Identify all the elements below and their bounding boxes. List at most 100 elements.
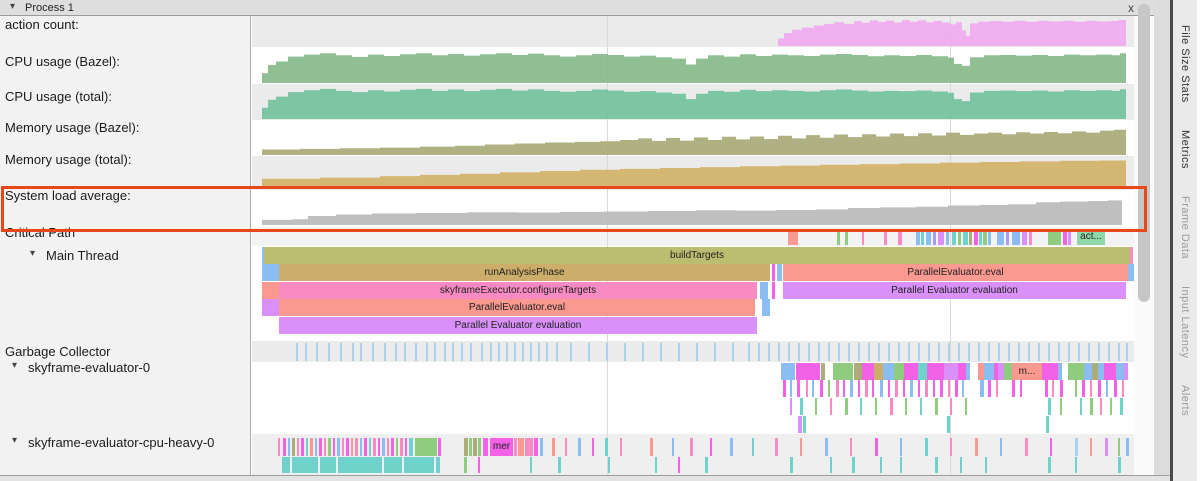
gc-event-54[interactable]	[908, 343, 910, 361]
cpu-heavy-span-r1-18[interactable]	[880, 457, 882, 473]
evaluator0-span-r2-18[interactable]	[1110, 398, 1112, 415]
critical-path-event-19[interactable]	[988, 229, 991, 245]
main-thread-span-r1-1[interactable]: runAnalysisPhase	[279, 264, 770, 281]
cpu-heavy-span-r0-36[interactable]	[483, 438, 488, 456]
evaluator0-span-r0-10[interactable]	[918, 363, 927, 380]
critical-path-event-26[interactable]	[1063, 229, 1067, 245]
cpu-heavy-span-r0-6[interactable]	[306, 438, 308, 456]
evaluator0-span-r0-7[interactable]	[883, 363, 894, 380]
cpu-heavy-span-r1-4[interactable]	[384, 457, 402, 473]
gc-event-55[interactable]	[918, 343, 920, 361]
evaluator0-span-r1-8[interactable]	[843, 380, 845, 397]
gc-event-25[interactable]	[538, 343, 540, 361]
critical-path-event-28[interactable]: act...	[1077, 229, 1105, 245]
gc-event-10[interactable]	[404, 343, 406, 361]
counter-chart-sys-load[interactable]	[252, 190, 1134, 226]
counter-chart-cpu-total[interactable]	[252, 84, 1134, 120]
evaluator0-span-r2-7[interactable]	[890, 398, 893, 415]
counter-chart-action-count[interactable]	[252, 16, 1134, 47]
cpu-heavy-span-r0-45[interactable]	[578, 438, 581, 456]
main-thread-span-r1-2[interactable]	[772, 264, 775, 281]
sidebar-tab-metrics[interactable]: Metrics	[1179, 130, 1191, 169]
critical-path-event-23[interactable]	[1022, 229, 1027, 245]
cpu-heavy-span-r1-16[interactable]	[830, 457, 832, 473]
evaluator0-span-r0-20[interactable]: m...	[1012, 363, 1042, 380]
evaluator0-span-r0-29[interactable]	[1124, 363, 1128, 380]
evaluator0-span-r2-15[interactable]	[1080, 398, 1082, 415]
gc-event-61[interactable]	[978, 343, 980, 361]
main-thread-span-r1-4[interactable]: ParallelEvaluator.eval	[783, 264, 1128, 281]
critical-path-event-0[interactable]	[788, 229, 798, 245]
cpu-heavy-span-r0-65[interactable]	[1025, 438, 1028, 456]
critical-path-event-14[interactable]	[963, 229, 968, 245]
counter-chart-mem-total[interactable]	[252, 156, 1134, 190]
gc-event-17[interactable]	[470, 343, 472, 361]
gc-event-30[interactable]	[606, 343, 608, 361]
evaluator0-span-r0-0[interactable]	[781, 363, 795, 380]
evaluator0-span-r1-0[interactable]	[783, 380, 786, 397]
gc-event-11[interactable]	[415, 343, 417, 361]
cpu-heavy-span-r0-43[interactable]	[552, 438, 555, 456]
gc-event-45[interactable]	[818, 343, 820, 361]
gc-event-56[interactable]	[928, 343, 930, 361]
cpu-heavy-span-r1-6[interactable]	[436, 457, 440, 473]
evaluator0-span-r1-12[interactable]	[872, 380, 874, 397]
evaluator0-span-r1-35[interactable]	[1090, 380, 1092, 397]
gc-event-1[interactable]	[305, 343, 307, 361]
gc-event-70[interactable]	[1068, 343, 1070, 361]
collapse-main-thread-icon[interactable]: ▾	[30, 248, 35, 259]
gc-event-65[interactable]	[1018, 343, 1020, 361]
evaluator0-span-r1-2[interactable]	[797, 380, 800, 397]
cpu-heavy-span-r1-11[interactable]	[608, 457, 610, 473]
gc-event-46[interactable]	[828, 343, 830, 361]
cpu-heavy-span-r1-14[interactable]	[705, 457, 708, 473]
gc-event-16[interactable]	[461, 343, 463, 361]
gc-event-34[interactable]	[678, 343, 680, 361]
cpu-heavy-span-r0-32[interactable]	[464, 438, 468, 456]
main-thread-span-r2-2[interactable]	[760, 282, 768, 299]
gc-event-36[interactable]	[714, 343, 716, 361]
close-process-button[interactable]: x	[1128, 1, 1134, 15]
gc-event-8[interactable]	[384, 343, 386, 361]
gc-event-44[interactable]	[808, 343, 810, 361]
cpu-heavy-span-r0-8[interactable]	[315, 438, 317, 456]
critical-path-event-5[interactable]	[898, 229, 902, 245]
main-thread-span-r4-0[interactable]: Parallel Evaluator evaluation	[279, 317, 757, 334]
cpu-heavy-span-r0-33[interactable]	[469, 438, 472, 456]
evaluator0-span-r0-22[interactable]	[1058, 363, 1062, 380]
collapse-process-icon[interactable]: ▾	[10, 1, 15, 12]
cpu-heavy-span-r1-20[interactable]	[935, 457, 938, 473]
cpu-heavy-span-r1-7[interactable]	[464, 457, 467, 473]
gc-event-48[interactable]	[848, 343, 850, 361]
cpu-heavy-span-r0-5[interactable]	[301, 438, 304, 456]
cpu-heavy-span-r0-60[interactable]	[900, 438, 902, 456]
evaluator0-span-r1-33[interactable]	[1075, 380, 1077, 397]
evaluator0-span-r3-0[interactable]	[798, 416, 802, 433]
gc-event-66[interactable]	[1028, 343, 1030, 361]
gc-event-22[interactable]	[514, 343, 516, 361]
gc-event-41[interactable]	[778, 343, 780, 361]
gc-event-67[interactable]	[1038, 343, 1040, 361]
cpu-heavy-span-r0-37[interactable]: mer	[490, 438, 513, 456]
cpu-heavy-span-r0-54[interactable]	[752, 438, 754, 456]
cpu-heavy-span-r0-14[interactable]	[342, 438, 344, 456]
cpu-heavy-span-r0-63[interactable]	[975, 438, 978, 456]
main-thread-span-r0-2[interactable]	[1130, 247, 1133, 264]
evaluator0-span-r2-9[interactable]	[920, 398, 922, 415]
evaluator0-span-r1-16[interactable]	[903, 380, 905, 397]
cpu-heavy-span-r1-19[interactable]	[900, 457, 902, 473]
cpu-heavy-span-r0-61[interactable]	[925, 438, 928, 456]
evaluator0-span-r1-29[interactable]	[1020, 380, 1022, 397]
evaluator0-span-r1-13[interactable]	[880, 380, 883, 397]
gc-event-69[interactable]	[1058, 343, 1060, 361]
cpu-heavy-span-r0-52[interactable]	[710, 438, 712, 456]
evaluator0-span-r2-5[interactable]	[860, 398, 862, 415]
evaluator0-span-r1-3[interactable]	[806, 380, 808, 397]
evaluator0-span-r0-24[interactable]	[1084, 363, 1092, 380]
cpu-heavy-span-r0-69[interactable]	[1105, 438, 1108, 456]
gc-event-35[interactable]	[696, 343, 698, 361]
cpu-heavy-span-r0-28[interactable]	[405, 438, 407, 456]
cpu-heavy-span-r0-30[interactable]	[415, 438, 437, 456]
evaluator0-span-r0-28[interactable]	[1116, 363, 1124, 380]
gc-event-15[interactable]	[452, 343, 454, 361]
